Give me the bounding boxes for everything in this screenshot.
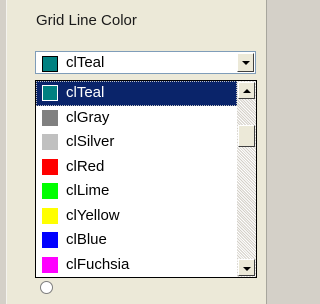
combo-value: clTeal: [66, 54, 105, 71]
vertical-scrollbar[interactable]: [237, 81, 256, 277]
arrow-down-icon: [243, 267, 251, 271]
scroll-up-button[interactable]: [238, 82, 255, 99]
list-item[interactable]: clGray: [36, 106, 237, 131]
combo-dropdown-button[interactable]: [237, 53, 254, 72]
list-item-label: clFuchsia: [66, 255, 130, 273]
list-item-label: clYellow: [66, 206, 120, 224]
color-swatch: [42, 232, 58, 248]
color-swatch: [42, 158, 58, 175]
color-swatch: [42, 134, 58, 150]
color-dropdown-list[interactable]: clTeal clGray clSilver clRed clLime clYe…: [35, 80, 257, 278]
chevron-down-icon: [242, 61, 250, 65]
color-list: clTeal clGray clSilver clRed clLime clYe…: [36, 81, 237, 277]
properties-panel: Grid Line Color clTeal clTeal clGray clS…: [6, 0, 267, 304]
list-item[interactable]: clYellow: [36, 204, 237, 229]
list-item[interactable]: clRed: [36, 155, 237, 180]
list-item-label: clGray: [66, 108, 110, 126]
list-item[interactable]: clLime: [36, 179, 237, 204]
group-title: Grid Line Color: [36, 12, 137, 29]
scroll-down-button[interactable]: [238, 259, 255, 276]
list-item[interactable]: clBlue: [36, 228, 237, 253]
list-item-label: clLime: [66, 182, 110, 199]
grid-line-color-combobox[interactable]: clTeal: [35, 51, 256, 74]
color-swatch: [42, 256, 58, 273]
list-item[interactable]: clFuchsia: [36, 253, 237, 278]
scrollbar-thumb[interactable]: [238, 125, 255, 147]
color-swatch: [42, 183, 58, 199]
list-item-label: clRed: [66, 157, 105, 175]
combo-color-swatch: [42, 56, 58, 72]
arrow-up-icon: [243, 89, 251, 93]
list-item-label: clSilver: [66, 133, 115, 150]
list-item-label: clBlue: [66, 231, 107, 248]
color-swatch: [42, 207, 58, 224]
color-swatch: [42, 85, 58, 101]
list-item[interactable]: clTeal: [36, 81, 237, 106]
radio-button[interactable]: [40, 281, 53, 294]
list-item-label: clTeal: [66, 84, 105, 101]
color-swatch: [42, 109, 58, 126]
list-item[interactable]: clSilver: [36, 130, 237, 155]
